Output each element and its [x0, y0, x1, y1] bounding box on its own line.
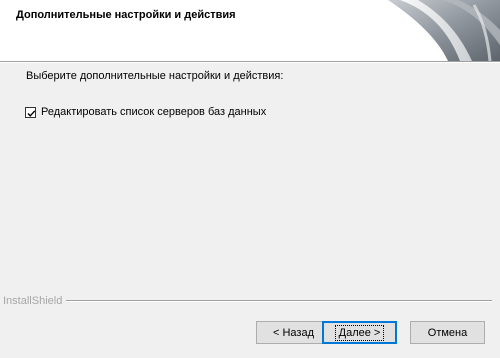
- back-button-label: < Назад: [273, 326, 314, 339]
- next-button-label: Далее >: [334, 324, 385, 341]
- next-button[interactable]: Далее >: [322, 321, 397, 344]
- cancel-button-label: Отмена: [427, 326, 468, 339]
- edit-db-servers-checkbox[interactable]: [25, 106, 36, 118]
- page-title: Дополнительные настройки и действия: [16, 9, 236, 21]
- edit-db-servers-label: Редактировать список серверов баз данных: [41, 106, 267, 118]
- back-button[interactable]: < Назад: [256, 321, 331, 344]
- cancel-button[interactable]: Отмена: [410, 321, 485, 344]
- edit-db-servers-option[interactable]: Редактировать список серверов баз данных: [25, 106, 266, 118]
- checkmark-icon: [27, 109, 36, 117]
- separator-rule: [66, 300, 492, 302]
- footer-separator: InstallShield: [3, 295, 492, 307]
- wizard-header: Дополнительные настройки и действия: [0, 0, 500, 62]
- brand-label: InstallShield: [3, 295, 63, 307]
- header-graphic: [388, 0, 500, 62]
- instruction-text: Выберите дополнительные настройки и дейс…: [26, 70, 284, 82]
